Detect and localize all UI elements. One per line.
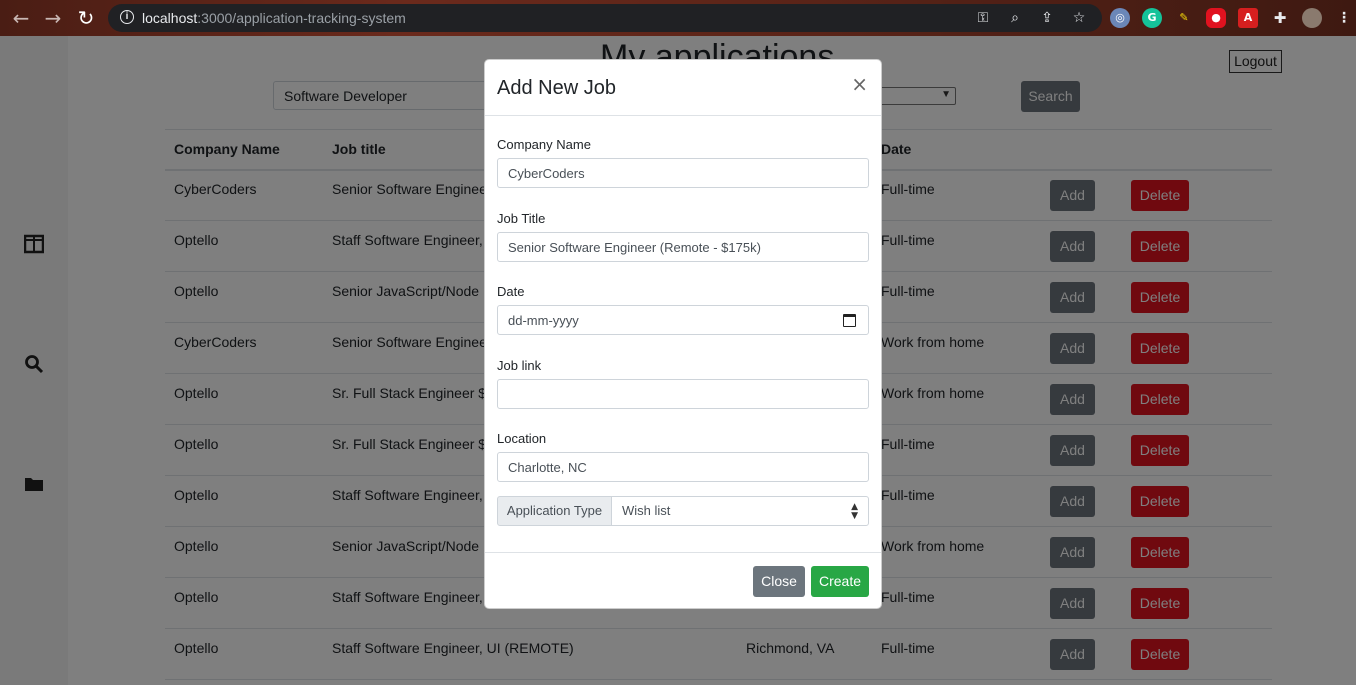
url-path: :3000/application-tracking-system [197,10,406,26]
date-label: Date [497,284,525,299]
date-field[interactable]: dd-mm-yyyy [497,305,869,335]
modal-footer: Close Create [485,552,881,609]
browser-toolbar: ← → ↻ i localhost:3000/application-track… [0,0,1356,36]
site-info-icon[interactable]: i [120,10,134,24]
zoom-icon[interactable]: ⌕ [1006,9,1024,27]
location-field[interactable]: Charlotte, NC [497,452,869,482]
add-job-modal: Add New Job × Company Name CyberCoders J… [484,59,882,609]
url-text[interactable]: localhost:3000/application-tracking-syst… [142,10,406,26]
job-link-field[interactable] [497,379,869,409]
company-name-label: Company Name [497,137,591,152]
avatar[interactable] [1302,8,1322,28]
job-link-label: Job link [497,358,542,373]
modal-title: Add New Job [497,77,616,99]
select-arrows-icon: ▲ ▼ [851,502,858,521]
create-button[interactable]: Create [811,566,869,597]
reload-icon[interactable]: ↻ [75,7,97,29]
key-icon[interactable]: ⚿ [974,9,992,27]
application-type-group: Application Type Wish list ▲ ▼ [497,496,869,526]
share-icon[interactable]: ⇪ [1038,9,1056,27]
forward-icon[interactable]: → [42,7,64,29]
url-host: localhost [142,10,198,26]
application-type-select[interactable]: Wish list ▲ ▼ [611,496,869,526]
date-placeholder: dd-mm-yyyy [508,313,579,328]
back-icon[interactable]: ← [10,7,32,29]
pdf-icon[interactable]: A [1238,8,1258,28]
shield-extension-icon[interactable]: ● [1206,8,1226,28]
job-title-label: Job Title [497,211,546,226]
highlighter-icon[interactable]: ✎ [1174,8,1194,28]
application-type-label: Application Type [497,496,612,526]
grammarly-icon[interactable]: G [1142,8,1162,28]
modal-header: Add New Job × [485,60,881,116]
star-icon[interactable]: ☆ [1070,9,1088,27]
menu-icon[interactable]: ⋮ [1334,8,1354,28]
puzzle-icon[interactable]: ✚ [1270,8,1290,28]
extension-icon[interactable]: ◎ [1110,8,1130,28]
calendar-icon[interactable] [843,314,856,327]
location-label: Location [497,431,547,446]
address-bar[interactable]: i localhost:3000/application-tracking-sy… [108,4,1102,32]
company-name-field[interactable]: CyberCoders [497,158,869,188]
close-icon[interactable]: × [851,74,868,94]
close-button[interactable]: Close [753,566,805,597]
job-title-field[interactable]: Senior Software Engineer (Remote - $175k… [497,232,869,262]
application-type-value: Wish list [622,503,671,518]
